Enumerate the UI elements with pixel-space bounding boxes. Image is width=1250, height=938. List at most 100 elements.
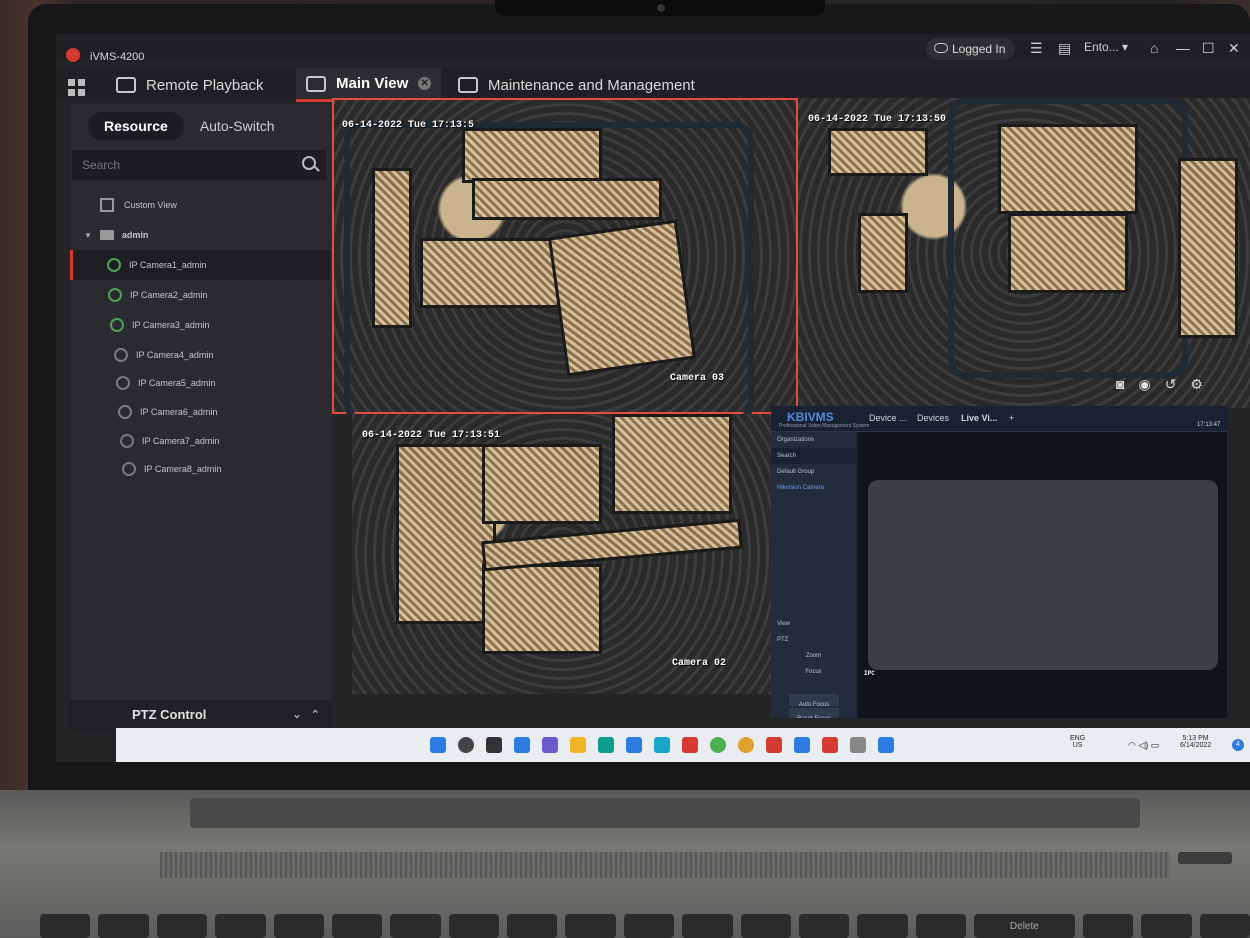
key[interactable] (448, 914, 499, 938)
tree-camera-7[interactable]: IP Camera7_admin (70, 426, 330, 456)
tab-main-view[interactable]: Main View ✕ (296, 68, 442, 102)
task-view-icon[interactable] (486, 737, 502, 753)
key[interactable] (915, 914, 966, 938)
kb-video-area[interactable]: IPC (858, 432, 1227, 718)
video-tile-camera-02[interactable]: 06-14-2022 Tue 17:13:51 Camera 02 (352, 414, 772, 694)
kb-tab-device[interactable]: Device ... (869, 413, 907, 423)
kb-camera[interactable]: Hikvision Camera (771, 480, 856, 496)
key[interactable] (565, 914, 616, 938)
key[interactable] (331, 914, 383, 938)
tree-camera-8[interactable]: IP Camera8_admin (70, 454, 330, 484)
key[interactable] (98, 914, 149, 938)
key[interactable] (1141, 914, 1192, 938)
search-icon[interactable] (302, 156, 316, 170)
osd-timestamp: 06-14-2022 Tue 17:13:50 (808, 114, 947, 125)
edge-icon[interactable] (598, 737, 614, 753)
laptop-hinge (190, 798, 1140, 828)
kb-tab-live-view[interactable]: Live Vi... (961, 413, 997, 423)
tab-close-icon[interactable]: ✕ (418, 77, 432, 90)
delete-key[interactable]: Delete (974, 914, 1075, 938)
kb-zoom[interactable]: Zoom (771, 648, 856, 664)
ivms-taskbar-icon[interactable] (766, 737, 782, 753)
language-indicator[interactable]: ENG US (1070, 735, 1085, 749)
cloud-icon (934, 43, 948, 53)
store-icon[interactable] (626, 737, 642, 753)
logged-in-button[interactable]: Logged In (926, 38, 1016, 60)
key[interactable] (682, 914, 733, 938)
key[interactable] (857, 914, 908, 938)
kb-organizations[interactable]: Organizations (771, 432, 856, 448)
kb-tab-devices[interactable]: Devices (917, 413, 949, 423)
playback-icon[interactable]: ↺ (1165, 376, 1177, 393)
kbivms-taskbar-icon[interactable] (878, 737, 894, 753)
chart-icon[interactable]: ▤ (1058, 40, 1071, 57)
key[interactable] (40, 914, 91, 938)
settings-taskbar-icon[interactable] (850, 737, 866, 753)
kb-ptz[interactable]: PTZ (771, 632, 856, 648)
tree-camera-5[interactable]: IP Camera5_admin (70, 368, 330, 398)
chrome-alt-icon[interactable] (738, 737, 754, 753)
video-tile-camera-03[interactable]: 06-14-2022 Tue 17:13:5 Camera 03 (332, 98, 798, 414)
power-button[interactable] (1178, 852, 1232, 864)
file-explorer-icon[interactable] (570, 737, 586, 753)
key[interactable] (273, 914, 324, 938)
settings-icon[interactable]: ⚙ (1190, 376, 1203, 393)
module-grid-icon[interactable] (68, 79, 86, 97)
chrome-icon[interactable] (710, 737, 726, 753)
record-icon[interactable]: ◉ (1138, 376, 1150, 393)
minimize-icon[interactable]: — (1176, 40, 1190, 56)
key[interactable] (798, 914, 850, 938)
auto-switch-button[interactable]: Auto-Switch (184, 112, 291, 140)
tab-maintenance[interactable]: Maintenance and Management (448, 68, 705, 102)
list-icon[interactable]: ☰ (1030, 40, 1043, 57)
key[interactable] (215, 914, 266, 938)
key[interactable] (740, 914, 791, 938)
start-icon[interactable] (430, 737, 446, 753)
search-icon[interactable] (458, 737, 474, 753)
kb-auto-focus-button[interactable]: Auto Focus (789, 694, 839, 708)
tree-group-admin[interactable]: ▼ admin (70, 220, 330, 250)
ptz-control-bar[interactable]: PTZ Control ⌄ ⌃ (70, 700, 332, 730)
teamviewer-icon[interactable] (794, 737, 810, 753)
kb-search[interactable]: Search (771, 448, 856, 464)
key[interactable] (623, 914, 675, 938)
chat-icon[interactable] (542, 737, 558, 753)
kb-view[interactable]: View (771, 616, 856, 632)
kb-group[interactable]: Default Group (771, 464, 856, 480)
ptz-expand-icon[interactable]: ⌄ ⌃ (292, 700, 320, 730)
caret-down-icon[interactable]: ▼ (84, 231, 92, 240)
tree-camera-1[interactable]: IP Camera1_admin (70, 250, 330, 280)
search-input[interactable] (72, 150, 326, 180)
tab-remote-playback[interactable]: Remote Playback (106, 68, 274, 102)
key[interactable] (1199, 914, 1250, 938)
tree-camera-3[interactable]: IP Camera3_admin (70, 310, 330, 340)
close-icon[interactable]: ✕ (1228, 40, 1240, 57)
tree-camera-2[interactable]: IP Camera2_admin (70, 280, 330, 310)
key[interactable] (156, 914, 208, 938)
egg-tray-image (998, 510, 1118, 560)
notification-badge[interactable]: 4 (1232, 739, 1244, 751)
kb-reset-focus-button[interactable]: Reset Focus (789, 708, 839, 718)
network-volume-battery-icons[interactable]: ◠ ◁) ▭ (1128, 740, 1159, 751)
snapshot-icon[interactable]: ◙ (1116, 376, 1124, 393)
mcafee-icon[interactable] (682, 737, 698, 753)
key[interactable] (1082, 914, 1134, 938)
tree-camera-6[interactable]: IP Camera6_admin (70, 397, 330, 427)
video-tile-2[interactable]: 06-14-2022 Tue 17:13:50 ◙ ◉ ↺ ⚙ (798, 98, 1250, 408)
panel-switch: Resource Auto-Switch (88, 112, 291, 140)
user-menu[interactable]: Ento... ▾ (1084, 40, 1128, 54)
kb-focus[interactable]: Focus (771, 664, 856, 680)
lock-icon[interactable]: ⌂ (1150, 40, 1158, 56)
widgets-icon[interactable] (514, 737, 530, 753)
key[interactable] (390, 914, 441, 938)
app-red-icon[interactable] (822, 737, 838, 753)
kb-add-tab-button[interactable]: + (1009, 413, 1014, 423)
key[interactable] (507, 914, 558, 938)
tree-camera-4[interactable]: IP Camera4_admin (70, 340, 330, 370)
maximize-icon[interactable]: ☐ (1202, 40, 1215, 57)
resource-button[interactable]: Resource (88, 112, 184, 140)
egg-tray-image (912, 520, 972, 630)
clock[interactable]: 5:13 PM 6/14/2022 (1180, 735, 1211, 749)
tree-custom-view[interactable]: Custom View (70, 190, 330, 220)
app-l-icon[interactable] (654, 737, 670, 753)
